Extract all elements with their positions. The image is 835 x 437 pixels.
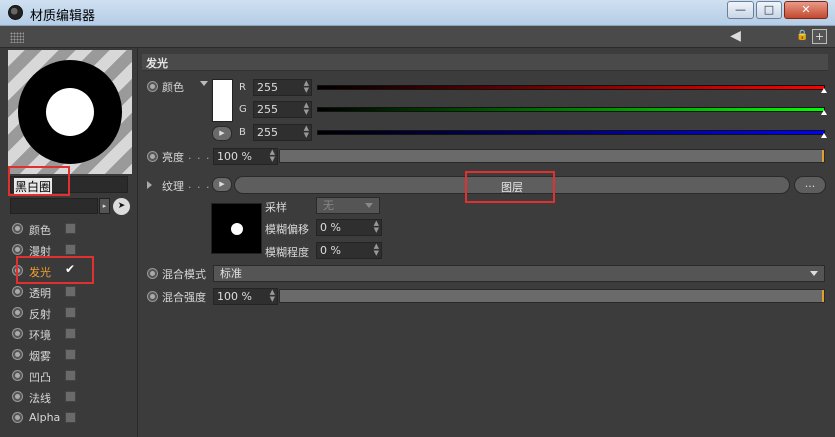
blur-scale-label: 模糊程度: [265, 246, 309, 259]
nav-arrow-icon[interactable]: ◀: [728, 29, 743, 44]
channel-item[interactable]: Alpha: [12, 409, 132, 427]
blur-offset-field[interactable]: 0 % ▲ ▼: [316, 219, 382, 236]
mix-strength-slider[interactable]: [279, 289, 825, 303]
channel-radio[interactable]: [12, 349, 23, 360]
lock-icon[interactable]: 🔒: [795, 29, 810, 44]
channel-item[interactable]: 环境: [12, 325, 132, 343]
texture-more-button[interactable]: ...: [794, 176, 826, 194]
channel-checkbox[interactable]: [65, 370, 76, 381]
grip-icon[interactable]: [10, 32, 24, 43]
minimize-button[interactable]: —: [727, 1, 754, 19]
channel-radio[interactable]: [12, 328, 23, 339]
close-button[interactable]: ✕: [784, 1, 828, 19]
channel-label: 反射: [29, 308, 51, 321]
channel-item[interactable]: 反射: [12, 304, 132, 322]
toolbar: ◀ 🔒 +: [0, 26, 835, 48]
channel-label: 法线: [29, 392, 51, 405]
g-value-field[interactable]: 255 ▲ ▼: [253, 101, 312, 118]
color-expand-button[interactable]: ▶: [212, 126, 232, 141]
section-header: 发光: [142, 54, 828, 71]
channel-item[interactable]: 烟雾: [12, 346, 132, 364]
channel-checkbox[interactable]: [65, 391, 76, 402]
channel-item[interactable]: 凹凸: [12, 367, 132, 385]
channel-label: 环境: [29, 329, 51, 342]
texture-label: 纹理: [162, 180, 184, 193]
maximize-button[interactable]: □: [756, 1, 782, 19]
g-label: G: [239, 104, 247, 115]
channel-checkbox[interactable]: [65, 307, 76, 318]
channel-checkbox[interactable]: [65, 412, 76, 423]
channel-radio[interactable]: [12, 391, 23, 402]
brightness-anim-radio[interactable]: [147, 151, 158, 162]
channel-radio[interactable]: [12, 223, 23, 234]
texture-thumbnail[interactable]: [211, 203, 262, 254]
filter-arrow-icon[interactable]: ▸: [99, 198, 110, 214]
preview-ring-inner: [46, 88, 94, 136]
pick-cursor-icon[interactable]: ➤: [113, 198, 130, 215]
mix-strength-value-field[interactable]: 100 % ▲ ▼: [213, 288, 278, 305]
highlight-luminance-channel: [16, 256, 94, 284]
color-label: 颜色: [162, 81, 184, 94]
window-title: 材质编辑器: [30, 9, 96, 24]
highlight-material-name: [8, 166, 70, 196]
mix-mode-anim-radio[interactable]: [147, 268, 158, 279]
r-value-field[interactable]: 255 ▲ ▼: [253, 79, 312, 96]
material-preview[interactable]: [8, 50, 132, 174]
channel-checkbox[interactable]: [65, 244, 76, 255]
channel-checkbox[interactable]: [65, 328, 76, 339]
channel-filter-field[interactable]: [10, 198, 98, 214]
texture-menu-button[interactable]: ▶: [212, 177, 232, 192]
channel-label: 透明: [29, 287, 51, 300]
mix-mode-dropdown[interactable]: 标准: [213, 265, 825, 282]
highlight-layer-button: [465, 171, 555, 203]
channel-item[interactable]: 法线: [12, 388, 132, 406]
mix-strength-anim-radio[interactable]: [147, 291, 158, 302]
g-gradient-slider[interactable]: [317, 107, 827, 115]
mix-mode-label: 混合模式: [162, 268, 206, 281]
color-swatch[interactable]: [212, 79, 233, 122]
b-gradient-slider[interactable]: [317, 130, 827, 138]
brightness-dots: . . .: [188, 149, 211, 162]
channel-radio[interactable]: [12, 370, 23, 381]
channel-checkbox[interactable]: [65, 223, 76, 234]
channel-radio[interactable]: [12, 307, 23, 318]
brightness-slider[interactable]: [279, 149, 825, 163]
sampling-label: 采样: [265, 201, 287, 214]
mix-strength-label: 混合强度: [162, 291, 206, 304]
color-anim-radio[interactable]: [147, 81, 158, 92]
color-menu-arrow-icon[interactable]: [200, 81, 208, 86]
blur-scale-field[interactable]: 0 % ▲ ▼: [316, 242, 382, 259]
channel-label: 凹凸: [29, 371, 51, 384]
new-window-icon[interactable]: +: [812, 29, 827, 44]
app-icon: [8, 5, 23, 20]
blur-offset-label: 模糊偏移: [265, 223, 309, 236]
channel-radio[interactable]: [12, 412, 23, 423]
b-label: B: [239, 127, 246, 138]
channel-label: 烟雾: [29, 350, 51, 363]
channel-item[interactable]: 颜色: [12, 220, 132, 238]
texture-dots: . . .: [188, 178, 211, 191]
texture-expand-icon[interactable]: [147, 181, 152, 189]
sampling-dropdown[interactable]: 无: [316, 197, 380, 214]
b-value-field[interactable]: 255 ▲ ▼: [253, 124, 312, 141]
channel-checkbox[interactable]: [65, 349, 76, 360]
brightness-value-field[interactable]: 100 % ▲ ▼: [213, 148, 278, 165]
channel-label: Alpha: [29, 411, 61, 424]
r-label: R: [239, 82, 246, 93]
r-gradient-slider[interactable]: [317, 85, 827, 93]
channel-panel: 黑白圈 ▸ ➤ 颜色 漫射 发光 ✔ 透明 反射 环境 烟雾 凹凸 法线 Alpha: [0, 48, 138, 437]
section-title: 发光: [146, 57, 168, 70]
channel-item[interactable]: 透明: [12, 283, 132, 301]
channel-radio[interactable]: [12, 244, 23, 255]
channel-checkbox[interactable]: [65, 286, 76, 297]
channel-label: 颜色: [29, 224, 51, 237]
brightness-label: 亮度: [162, 151, 184, 164]
title-bar: 材质编辑器 — □ ✕: [0, 0, 835, 26]
attributes-panel: 发光 颜色 ▶ R 255 ▲ ▼ G 255 ▲ ▼ B 255 ▲ ▼ 亮度 . . .…: [140, 48, 835, 437]
channel-radio[interactable]: [12, 286, 23, 297]
